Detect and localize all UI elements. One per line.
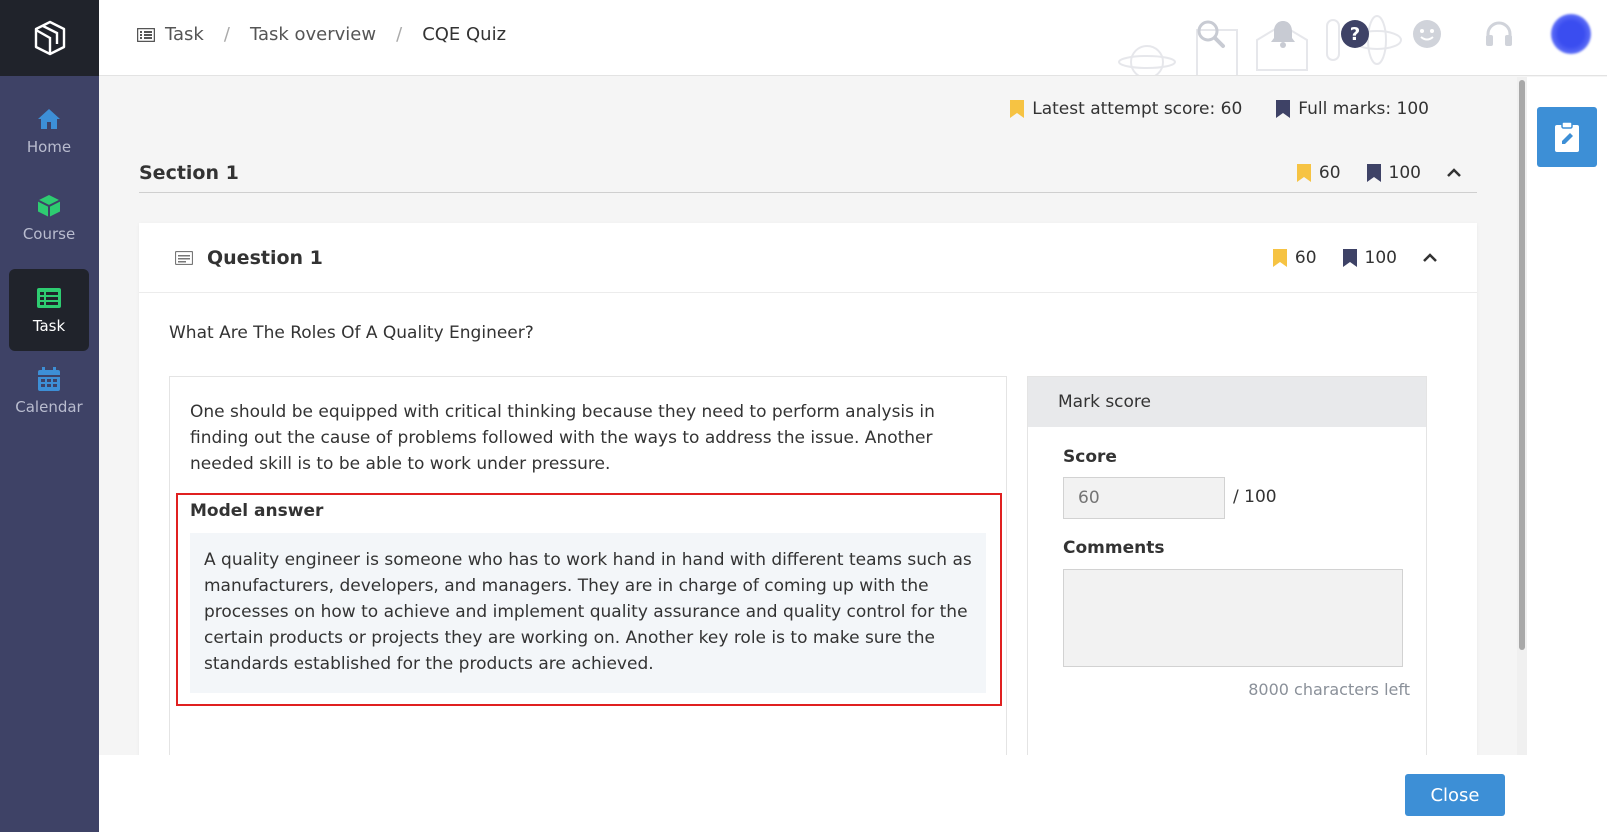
model-answer-label: Model answer: [190, 501, 324, 521]
bookmark-dark-icon: [1366, 163, 1381, 182]
cube-box-logo-icon: [34, 20, 65, 56]
svg-text:?: ?: [1350, 24, 1360, 45]
footer-bar: Close: [99, 755, 1527, 832]
help-icon[interactable]: ?: [1319, 14, 1391, 54]
chevron-up-icon[interactable]: [1423, 252, 1437, 263]
question-score: 60: [1272, 248, 1317, 268]
question-title: Question 1: [207, 246, 323, 269]
search-icon[interactable]: [1175, 14, 1247, 54]
sidebar-item-label: Home: [26, 138, 72, 156]
top-icon-group: ?: [1175, 14, 1607, 54]
calendar-icon: [38, 366, 60, 392]
mark-score-title: Mark score: [1028, 377, 1426, 427]
app-logo[interactable]: [0, 0, 99, 76]
cube-icon: [37, 193, 61, 219]
scrollbar-thumb[interactable]: [1519, 80, 1525, 650]
section-score: 60: [1296, 163, 1341, 183]
bookmark-dark-icon: [1276, 100, 1291, 118]
breadcrumb-task-overview-link[interactable]: Task overview: [250, 24, 376, 45]
breadcrumb-task-link[interactable]: Task: [165, 24, 204, 45]
top-bar: Task / Task overview / CQE Quiz ?: [99, 0, 1607, 76]
question-type-icon: [175, 250, 193, 265]
breadcrumb: Task / Task overview / CQE Quiz: [137, 24, 506, 45]
breadcrumb-current-page: CQE Quiz: [422, 24, 507, 45]
section-full-marks: 100: [1366, 163, 1421, 183]
latest-attempt-score: Latest attempt score: 60: [1010, 99, 1242, 119]
model-answer-text: A quality engineer is someone who has to…: [190, 533, 986, 693]
right-tool-strip: [1527, 77, 1607, 832]
sidebar-item-calendar[interactable]: Calendar: [9, 350, 89, 432]
model-answer-highlight: Model answer A quality engineer is someo…: [176, 493, 1002, 706]
sidebar-item-label: Course: [22, 225, 76, 243]
sidebar: Home Course Task Calendar: [0, 0, 99, 832]
answer-box: One should be equipped with critical thi…: [169, 376, 1007, 755]
sidebar-item-label: Calendar: [15, 398, 83, 416]
sidebar-item-task[interactable]: Task: [9, 269, 89, 351]
close-button[interactable]: Close: [1405, 774, 1505, 816]
headset-icon[interactable]: [1463, 14, 1535, 54]
comments-field[interactable]: [1063, 569, 1403, 667]
question-full-marks: 100: [1342, 248, 1397, 268]
question-text: What Are The Roles Of A Quality Engineer…: [169, 323, 534, 343]
question-title-group: Question 1: [175, 247, 323, 269]
main-content: Latest attempt score: 60 Full marks: 100…: [99, 77, 1517, 755]
question-card: Question 1 60 100 What Are The Roles Of …: [139, 223, 1477, 755]
bookmark-yellow-icon: [1296, 163, 1311, 182]
student-answer: One should be equipped with critical thi…: [190, 402, 935, 474]
bookmark-yellow-icon: [1010, 100, 1025, 118]
bell-icon[interactable]: [1247, 14, 1319, 54]
question-scores: 60 100: [1272, 248, 1437, 268]
sidebar-item-home[interactable]: Home: [9, 90, 89, 172]
sidebar-item-course[interactable]: Course: [9, 177, 89, 259]
score-input[interactable]: [1063, 477, 1225, 519]
task-list-icon: [137, 27, 155, 42]
question-header[interactable]: Question 1 60 100: [139, 223, 1477, 293]
avatar[interactable]: [1551, 14, 1591, 54]
comments-label: Comments: [1063, 538, 1165, 558]
mark-score-panel: Mark score Score / 100 Comments 8000 cha…: [1027, 376, 1427, 755]
section-title: Section 1: [139, 161, 239, 184]
smiley-icon[interactable]: [1391, 14, 1463, 54]
clipboard-edit-button[interactable]: [1537, 107, 1597, 167]
section-header[interactable]: Section 1 60 100: [139, 153, 1477, 193]
section-scores: 60 100: [1296, 163, 1461, 183]
score-max: / 100: [1233, 487, 1277, 507]
breadcrumb-separator: /: [396, 24, 403, 45]
score-summary: Latest attempt score: 60 Full marks: 100: [1010, 99, 1429, 119]
characters-left: 8000 characters left: [1248, 680, 1410, 699]
clipboard-edit-icon: [1555, 121, 1579, 152]
score-label: Score: [1063, 447, 1117, 467]
chevron-up-icon[interactable]: [1447, 167, 1461, 178]
breadcrumb-separator: /: [223, 24, 230, 45]
bookmark-yellow-icon: [1272, 248, 1287, 267]
sidebar-item-label: Task: [32, 317, 66, 335]
full-marks: Full marks: 100: [1276, 99, 1429, 119]
home-icon: [37, 106, 61, 132]
bookmark-dark-icon: [1342, 248, 1357, 267]
task-list-icon: [37, 285, 61, 311]
